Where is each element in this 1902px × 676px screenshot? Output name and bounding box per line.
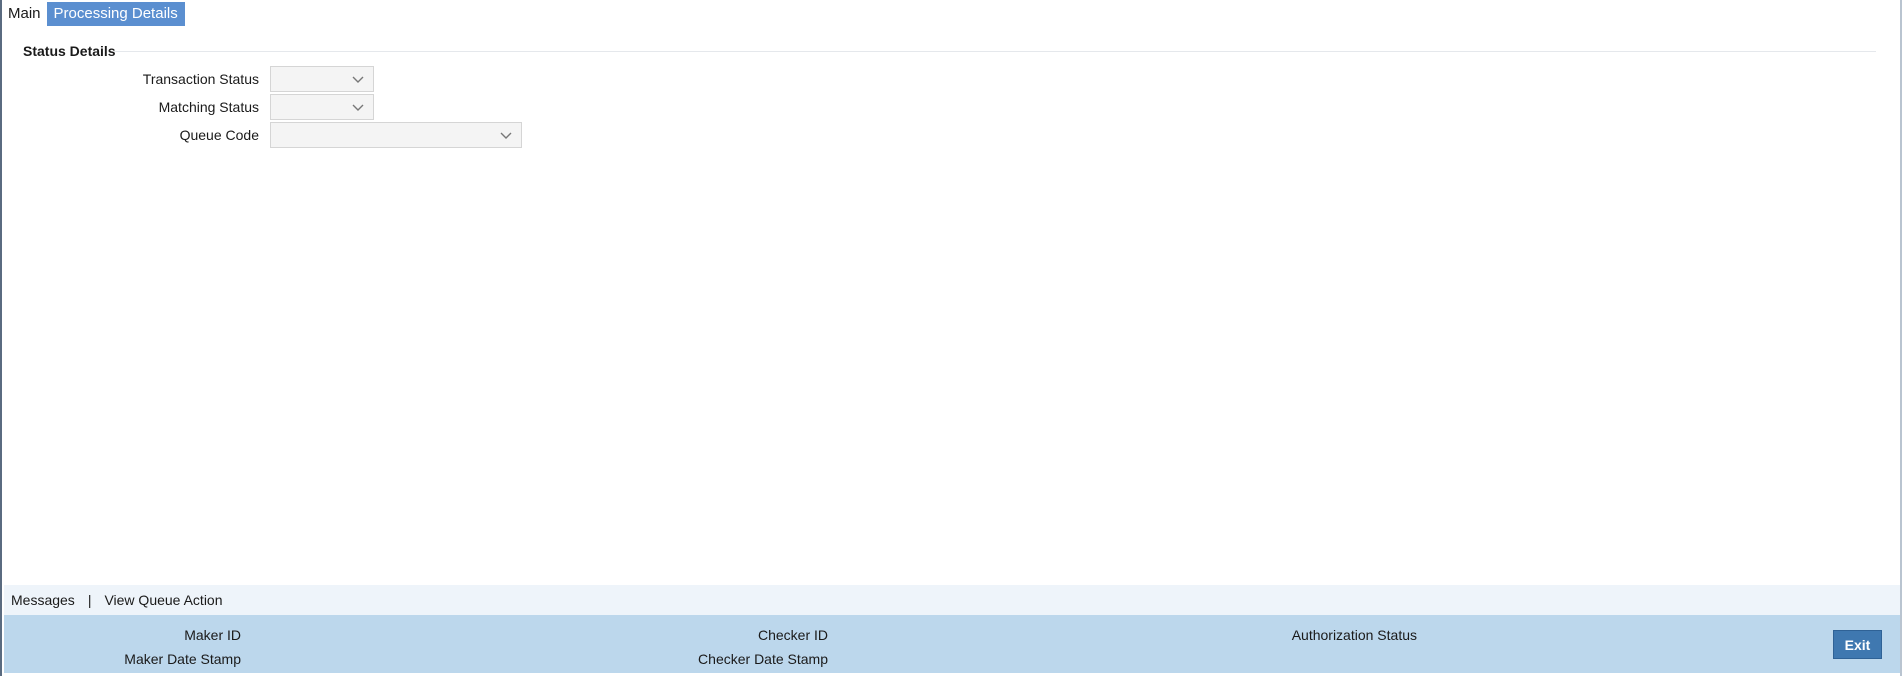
tab-processing-details[interactable]: Processing Details	[46, 2, 185, 26]
matching-status-select[interactable]	[270, 94, 374, 120]
links-bar: Messages | View Queue Action	[4, 585, 1902, 615]
link-separator: |	[87, 592, 92, 608]
queue-code-label: Queue Code	[179, 127, 259, 143]
transaction-status-label: Transaction Status	[142, 71, 259, 87]
queue-code-row: Queue Code	[2, 122, 702, 148]
section-divider	[114, 51, 1876, 52]
queue-code-select[interactable]	[270, 122, 522, 148]
chevron-down-icon	[352, 76, 364, 83]
tab-main[interactable]: Main	[6, 2, 47, 26]
authorization-status-label: Authorization Status	[1291, 627, 1417, 643]
view-queue-action-link[interactable]: View Queue Action	[104, 592, 222, 608]
tab-bar: Main Processing Details	[6, 2, 185, 26]
transaction-status-select[interactable]	[270, 66, 374, 92]
exit-button[interactable]: Exit	[1833, 630, 1882, 659]
checker-id-label: Checker ID	[757, 627, 828, 643]
matching-status-label: Matching Status	[158, 99, 259, 115]
audit-footer: Maker ID Maker Date Stamp Checker ID Che…	[4, 615, 1902, 673]
chevron-down-icon	[500, 132, 512, 139]
maker-id-label: Maker ID	[184, 627, 241, 643]
matching-status-row: Matching Status	[2, 94, 702, 120]
maker-date-stamp-label: Maker Date Stamp	[124, 651, 241, 667]
checker-date-stamp-label: Checker Date Stamp	[698, 651, 828, 667]
transaction-status-row: Transaction Status	[2, 66, 702, 92]
app-window: Main Processing Details Status Details T…	[0, 0, 1902, 676]
chevron-down-icon	[352, 104, 364, 111]
messages-link[interactable]: Messages	[11, 592, 75, 608]
section-title: Status Details	[23, 43, 116, 59]
